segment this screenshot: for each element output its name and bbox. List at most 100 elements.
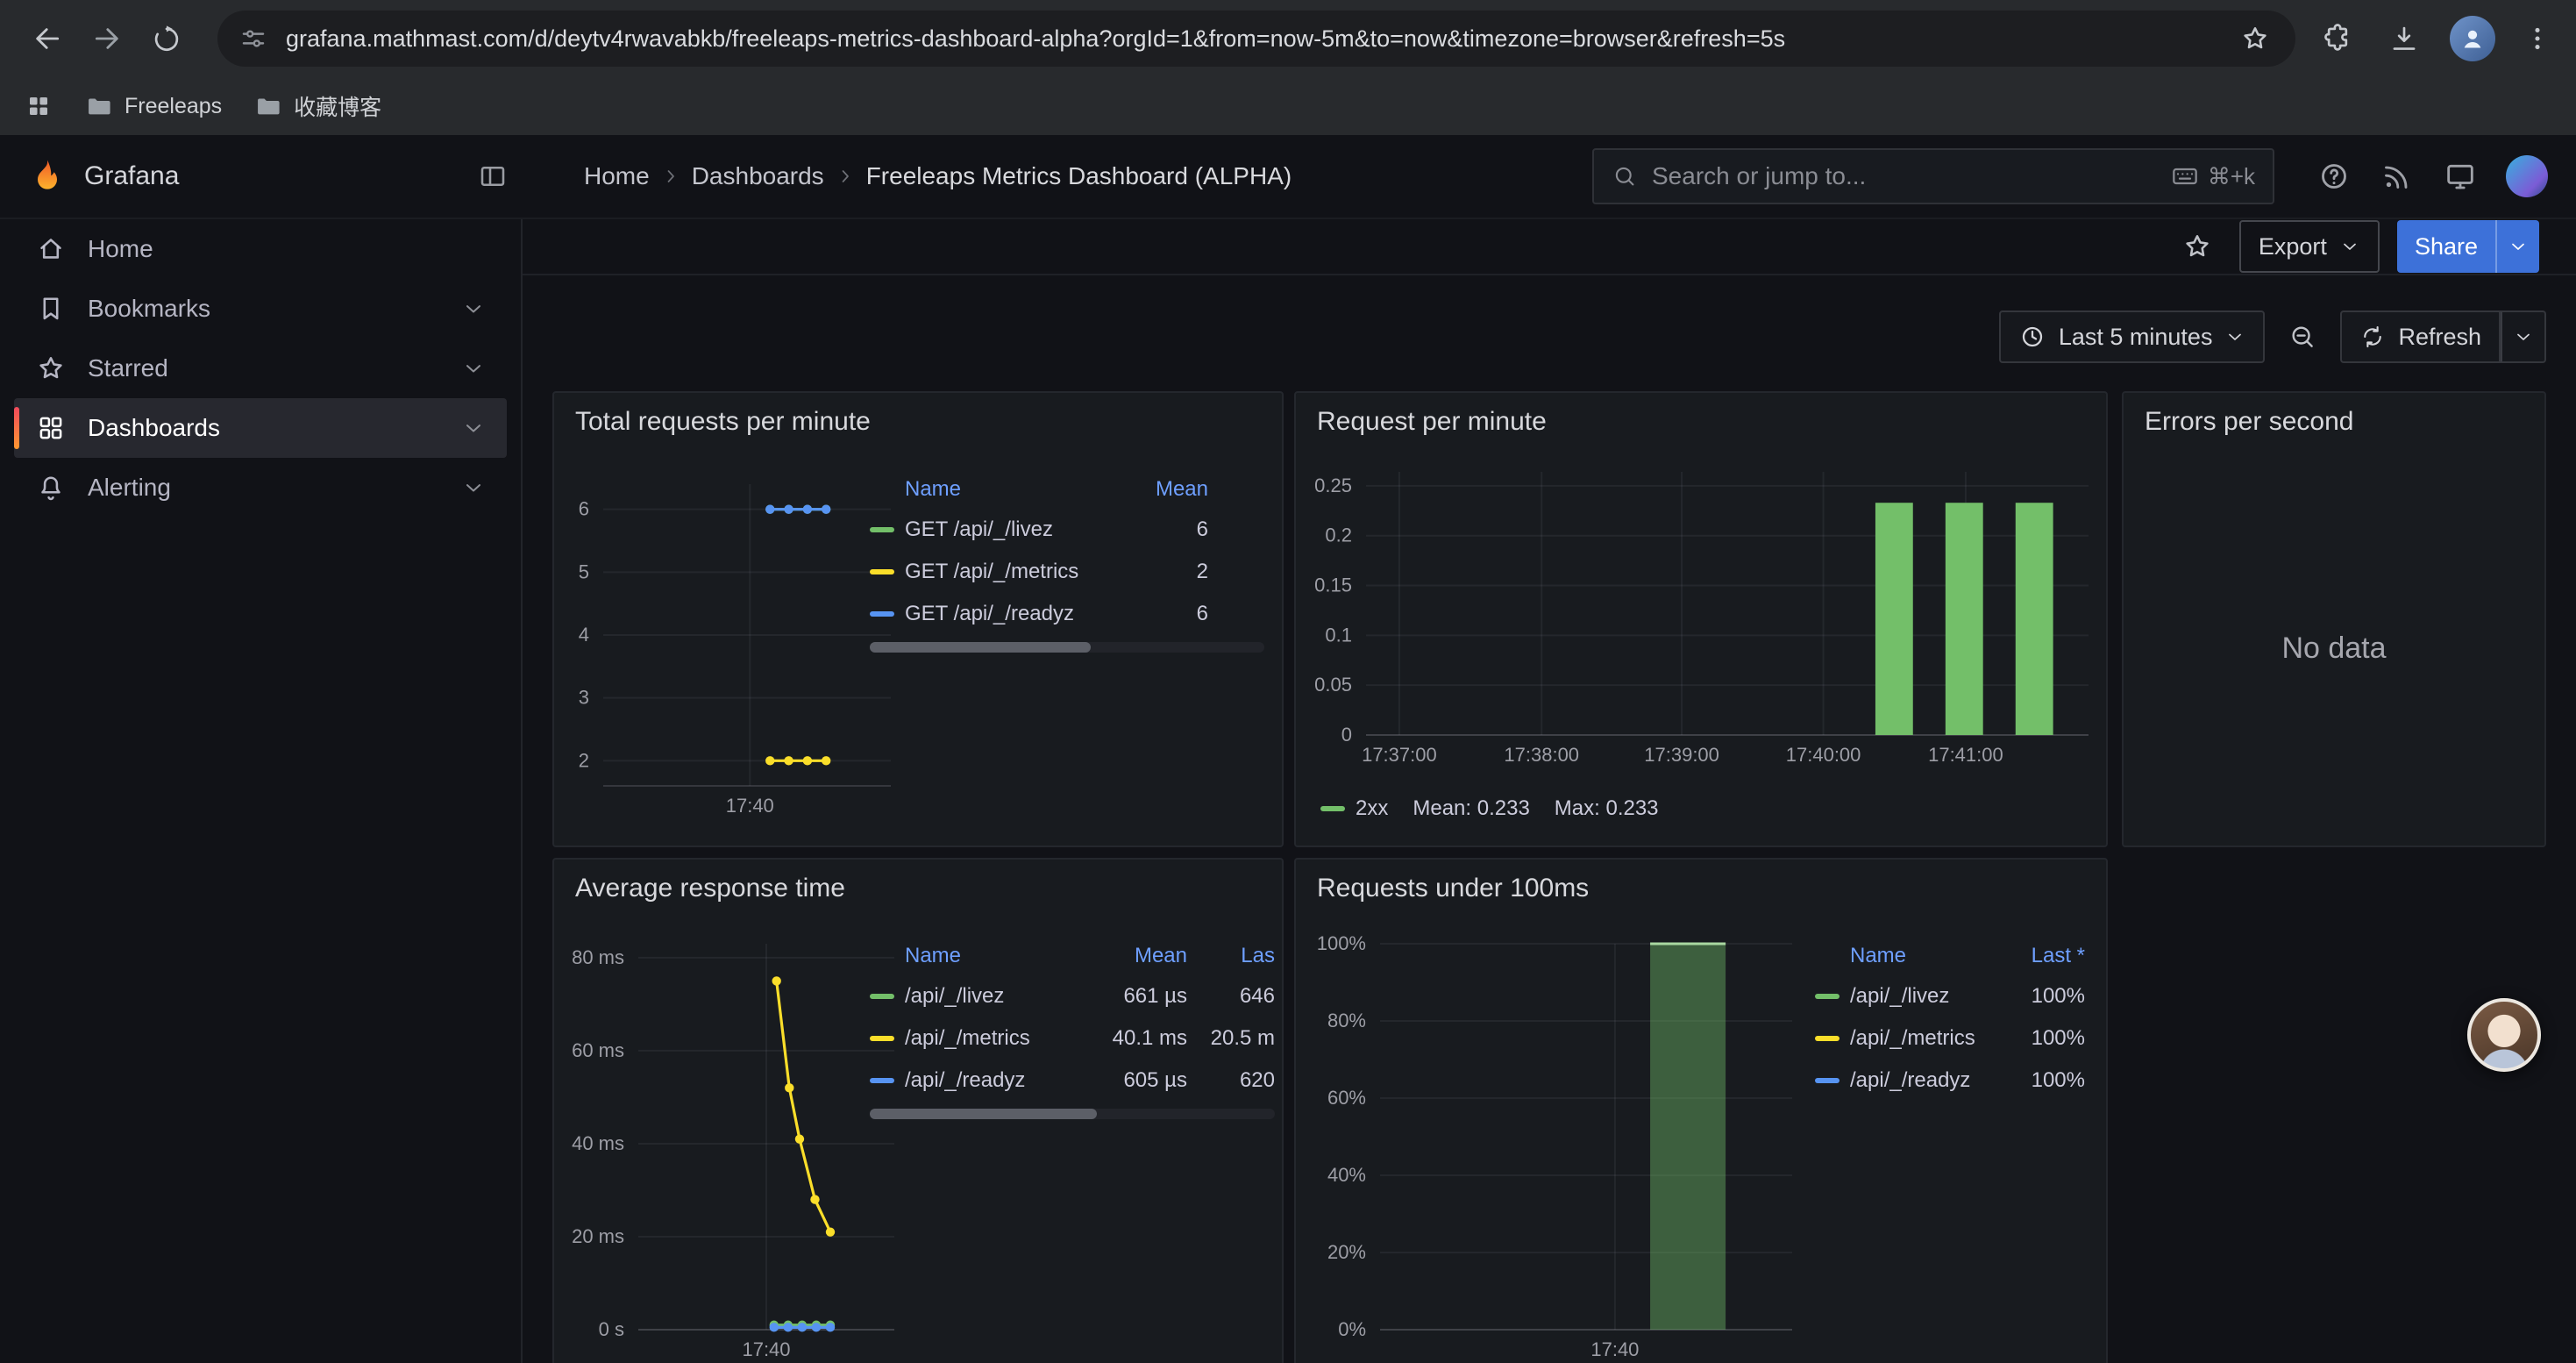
reload-button[interactable]: [137, 9, 196, 68]
apps-grid-button[interactable]: [25, 92, 53, 120]
mega-menu-toggle[interactable]: [477, 161, 509, 192]
refresh-split-button: Refresh: [2340, 310, 2546, 363]
legend-header-mean[interactable]: Mean: [1110, 477, 1208, 502]
panel-title[interactable]: Average response time: [575, 874, 845, 903]
series-mean: 2: [1110, 560, 1208, 584]
forward-button[interactable]: [77, 9, 137, 68]
user-avatar[interactable]: [2506, 155, 2548, 197]
svg-text:0.25: 0.25: [1314, 475, 1352, 496]
sidebar-item-bookmarks[interactable]: Bookmarks: [14, 279, 507, 339]
breadcrumb: Home Dashboards Freeleaps Metrics Dashbo…: [584, 162, 1292, 190]
svg-text:17:40: 17:40: [1590, 1338, 1639, 1360]
panel-title[interactable]: Requests under 100ms: [1317, 874, 1589, 903]
svg-text:17:37:00: 17:37:00: [1362, 744, 1437, 766]
search-input[interactable]: [1652, 162, 2157, 190]
panel-title[interactable]: Total requests per minute: [575, 407, 871, 437]
floating-avatar-button[interactable]: [2467, 998, 2541, 1072]
breadcrumb-home[interactable]: Home: [584, 162, 650, 190]
share-menu-button[interactable]: [2495, 220, 2539, 273]
dashboard-canvas: Total requests per minute 6543217:40 Nam…: [523, 374, 2576, 1363]
export-button[interactable]: Export: [2239, 220, 2380, 273]
series-label[interactable]: /api/_/readyz: [1850, 1068, 1983, 1093]
star-icon: [35, 353, 67, 384]
series-mean: 40.1 ms: [1085, 1026, 1187, 1051]
legend-header-last[interactable]: Las: [1198, 944, 1275, 968]
panel-left-icon: [477, 161, 509, 192]
news-button[interactable]: [2380, 159, 2415, 194]
series-color-dash: [870, 1078, 894, 1083]
search-box[interactable]: ⌘+k: [1592, 148, 2274, 204]
panel-title[interactable]: Request per minute: [1317, 407, 1547, 437]
browser-menu-button[interactable]: [2520, 9, 2555, 68]
series-color-dash: [870, 569, 894, 574]
help-button[interactable]: [2316, 159, 2352, 194]
zoom-out-button[interactable]: [2279, 310, 2326, 363]
legend-header: Name Last *: [1815, 937, 2085, 975]
series-last: 20.5 m: [1198, 1026, 1275, 1051]
series-label[interactable]: GET /api/_/readyz: [905, 602, 1099, 626]
folder-icon: [253, 92, 281, 120]
site-settings-icon[interactable]: [238, 24, 268, 54]
extensions-button[interactable]: [2316, 9, 2359, 68]
downloads-button[interactable]: [2383, 9, 2425, 68]
share-button[interactable]: Share: [2397, 220, 2495, 273]
browser-toolbar: grafana.mathmast.com/d/deytv4rwavabkb/fr…: [0, 0, 2576, 77]
chevron-down-icon: [2339, 236, 2360, 257]
display-button[interactable]: [2443, 159, 2478, 194]
person-icon: [2457, 23, 2488, 54]
svg-text:100%: 100%: [1317, 932, 1366, 954]
scrollbar-thumb[interactable]: [870, 642, 1091, 653]
profile-button[interactable]: [2450, 16, 2495, 61]
grafana-top-bar: Grafana Home Dashboards Freeleaps Metric…: [0, 135, 2576, 219]
sidebar-item-home[interactable]: Home: [14, 219, 507, 279]
sidebar-item-alerting[interactable]: Alerting: [14, 458, 507, 517]
chevron-down-icon: [2508, 236, 2529, 257]
series-label[interactable]: /api/_/livez: [905, 984, 1075, 1009]
legend-header-last[interactable]: Last *: [1994, 944, 2085, 968]
series-label[interactable]: /api/_/metrics: [905, 1026, 1075, 1051]
legend-scrollbar[interactable]: [870, 1109, 1275, 1119]
refresh-interval-button[interactable]: [2501, 310, 2546, 363]
series-color-dash: [870, 1036, 894, 1041]
series-label[interactable]: GET /api/_/livez: [905, 517, 1099, 542]
series-label[interactable]: /api/_/readyz: [905, 1068, 1075, 1093]
bar-chart[interactable]: 0.250.20.150.10.05017:37:0017:38:0017:39…: [1310, 463, 2096, 835]
bar-chart[interactable]: 100%80%60%40%20%0%17:40: [1310, 930, 1836, 1363]
svg-text:0.05: 0.05: [1314, 674, 1352, 696]
time-series-chart[interactable]: 6543217:40: [568, 463, 912, 835]
bookmark-star-button[interactable]: [2236, 19, 2274, 58]
panel-title[interactable]: Errors per second: [2145, 407, 2353, 437]
sidebar-item-starred[interactable]: Starred: [14, 339, 507, 398]
bookmark-folder-freeleaps[interactable]: Freeleaps: [84, 92, 222, 120]
chevron-down-icon: [461, 475, 486, 500]
address-bar[interactable]: grafana.mathmast.com/d/deytv4rwavabkb/fr…: [217, 11, 2295, 67]
bookmark-folder-blogs[interactable]: 收藏博客: [253, 90, 381, 122]
time-series-chart[interactable]: 80 ms60 ms40 ms20 ms0 s17:40: [568, 930, 912, 1363]
series-last: 646: [1198, 984, 1275, 1009]
sidebar-item-dashboards[interactable]: Dashboards: [14, 398, 507, 458]
bookmark-folder-label: Freeleaps: [125, 94, 222, 119]
scrollbar-thumb[interactable]: [870, 1109, 1097, 1119]
svg-text:40 ms: 40 ms: [572, 1132, 624, 1154]
series-color-dash: [870, 611, 894, 617]
legend-header-mean[interactable]: Mean: [1085, 944, 1187, 968]
back-button[interactable]: [18, 9, 77, 68]
series-label[interactable]: /api/_/metrics: [1850, 1026, 1983, 1051]
legend-scrollbar[interactable]: [870, 642, 1264, 653]
top-bar-icons: [2316, 155, 2548, 197]
kebab-menu-icon: [2522, 23, 2553, 54]
series-last: 100%: [1994, 1026, 2085, 1051]
legend-header-name[interactable]: Name: [905, 477, 1099, 502]
series-label[interactable]: 2xx: [1356, 796, 1388, 821]
series-label[interactable]: /api/_/livez: [1850, 984, 1983, 1009]
url-text[interactable]: grafana.mathmast.com/d/deytv4rwavabkb/fr…: [286, 25, 2218, 53]
time-range-picker[interactable]: Last 5 minutes: [1999, 310, 2266, 363]
breadcrumb-dashboards[interactable]: Dashboards: [692, 162, 824, 190]
panel-requests-under-100ms: Requests under 100ms 100%80%60%40%20%0%1…: [1294, 858, 2108, 1363]
zoom-out-icon: [2288, 322, 2317, 352]
refresh-button[interactable]: Refresh: [2340, 310, 2501, 363]
legend-header-name[interactable]: Name: [1850, 944, 1983, 968]
favorite-dashboard-button[interactable]: [2173, 220, 2222, 273]
series-label[interactable]: GET /api/_/metrics: [905, 560, 1099, 584]
legend-header-name[interactable]: Name: [905, 944, 1075, 968]
